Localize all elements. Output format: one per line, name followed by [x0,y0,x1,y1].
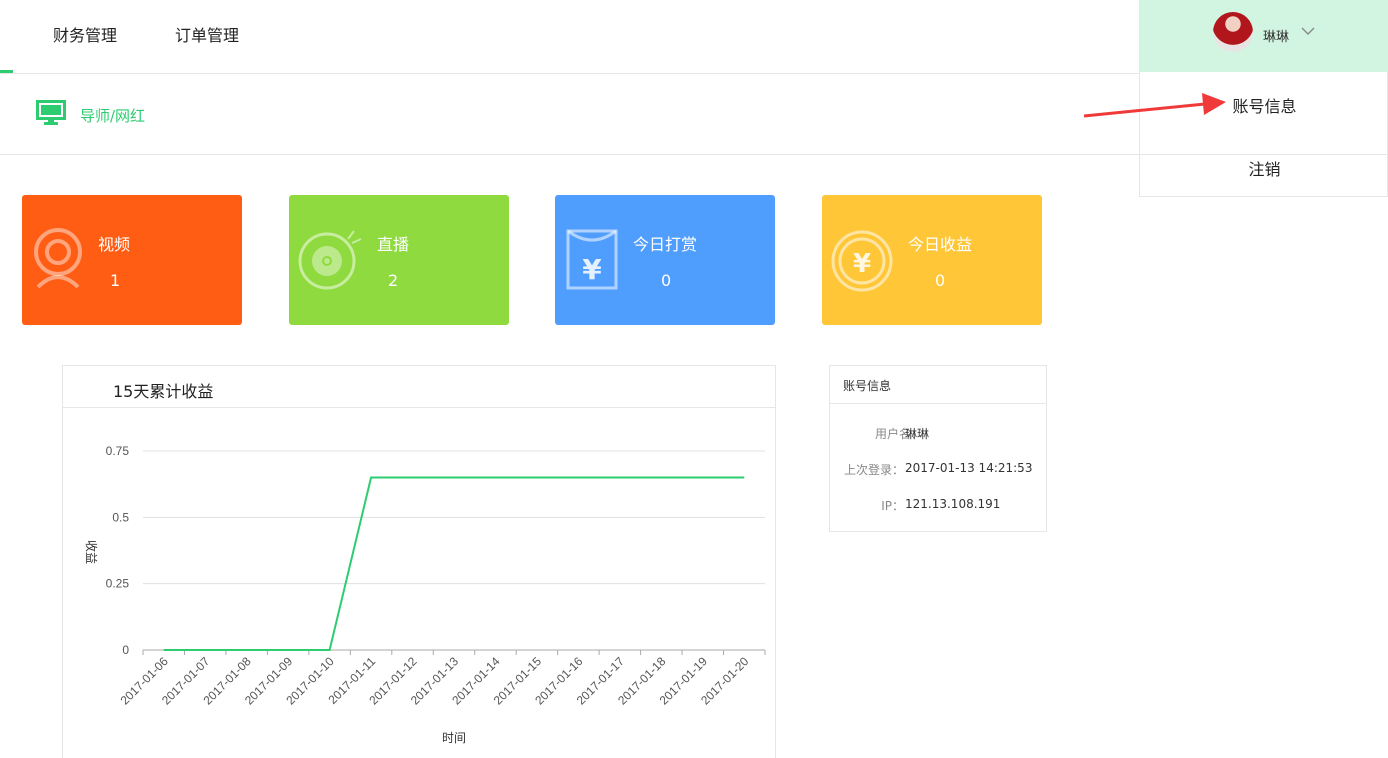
x-axis-label: 时间 [442,731,466,745]
stat-value: 0 [935,271,946,290]
line-chart: 00.250.50.752017-01-062017-01-072017-01-… [84,444,766,745]
red-envelope-yen-icon: ¥ [566,229,618,290]
yen-coin-icon: ¥ [831,230,893,292]
user-menu-trigger[interactable]: 琳琳 [1139,0,1388,72]
menu-item-logout[interactable]: 注销 [1140,156,1388,180]
stat-card-today-earnings[interactable]: ¥ 今日收益 0 [822,195,1042,325]
y-tick-label: 0.5 [112,510,129,524]
account-info-title: 账号信息 [830,366,1046,404]
breadcrumb-current: 导师/网红 [80,107,146,125]
chevron-down-icon[interactable] [1301,26,1315,36]
username[interactable]: 琳琳 [1263,26,1289,45]
account-username-value: 琳琳 [905,427,930,441]
account-ip-value: 121.13.108.191 [905,497,1001,511]
account-lastlogin-label: 上次登录： [843,463,904,477]
nav-active-indicator [0,70,13,73]
stat-value: 1 [110,271,121,290]
nav-item-orders[interactable]: 订单管理 [175,22,239,46]
stat-title: 今日打赏 [633,235,698,254]
stat-title: 视频 [98,235,131,254]
series-line [163,476,745,651]
y-tick-label: 0.75 [106,444,130,458]
breadcrumb: 导师/网红 [0,74,1388,155]
account-ip-label: IP： [881,499,904,513]
disc-icon [298,230,362,290]
stat-card-today-tips[interactable]: ¥ 今日打赏 0 [555,195,775,325]
stat-card-videos[interactable]: 视频 1 [22,195,242,325]
stat-card-live[interactable]: 直播 2 [289,195,509,325]
y-axis-label: 收益 [84,540,98,564]
account-info-panel: 账号信息 用户名： 琳琳 上次登录： 2017-01-13 14:21:53 I… [829,365,1047,532]
stat-value: 0 [661,271,672,290]
webcam-icon [34,228,82,289]
y-tick-label: 0 [122,643,129,657]
nav-item-finance[interactable]: 财务管理 [53,22,117,46]
stat-value: 2 [388,271,399,290]
avatar[interactable] [1213,12,1253,52]
svg-text:¥: ¥ [582,253,602,286]
account-lastlogin-value: 2017-01-13 14:21:53 [905,461,1033,475]
stat-title: 今日收益 [908,235,973,254]
earnings-chart-panel: 15天累计收益 0 0.25 0.5 0.75 2017-01-06 2017-01-07… [62,365,776,758]
y-tick-label: 0.25 [106,577,130,591]
svg-text:¥: ¥ [853,249,871,279]
stat-title: 直播 [377,235,410,254]
monitor-icon [36,100,66,125]
